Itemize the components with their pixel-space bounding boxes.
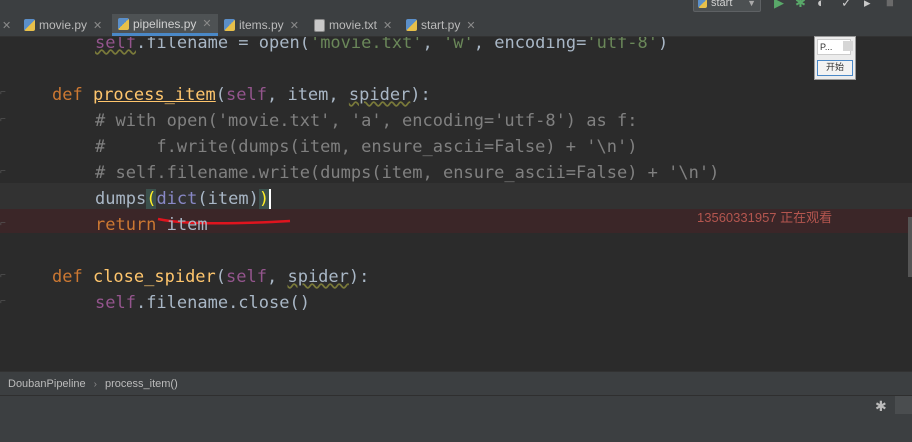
close-icon[interactable]: ✕ xyxy=(466,19,475,32)
code-line: self.filename.close() xyxy=(95,293,310,313)
coverage-icon[interactable]: ◐ xyxy=(817,0,825,10)
run-config-dropdown[interactable]: start ▼ xyxy=(693,0,761,12)
close-icon[interactable]: ✕ xyxy=(93,19,102,32)
text-file-icon xyxy=(314,18,325,32)
code-line: return item xyxy=(95,215,208,235)
editor-scrollbar[interactable] xyxy=(908,217,912,277)
scrollbar[interactable] xyxy=(895,396,912,414)
close-icon[interactable]: ✕ xyxy=(383,19,392,32)
concurrency-icon[interactable]: ▸ xyxy=(864,0,871,11)
code-line: # with open('movie.txt', 'a', encoding='… xyxy=(95,111,638,131)
python-file-icon xyxy=(118,17,129,30)
close-icon[interactable]: ✕ xyxy=(290,19,299,32)
code-line: # f.write(dumps(item, ensure_ascii=False… xyxy=(95,137,638,157)
fold-icon[interactable]: ⌐ xyxy=(0,166,10,177)
tab-pipelines-py[interactable]: pipelines.py ✕ xyxy=(112,14,218,36)
code-editor[interactable]: ⌐ ⌐ ⌐ ⌐ ⌐ ⌐ self.filename = open('movie.… xyxy=(0,37,912,370)
tab-movie-py[interactable]: movie.py ✕ xyxy=(24,14,102,36)
stop-icon[interactable]: ■ xyxy=(886,0,894,10)
profile-icon[interactable]: ✓ xyxy=(841,0,852,11)
viewer-watermark: 13560331957 正在观看 xyxy=(697,210,833,225)
close-icon[interactable] xyxy=(843,41,853,51)
breadcrumb-class[interactable]: DoubanPipeline xyxy=(8,378,86,390)
chevron-right-icon: › xyxy=(93,378,98,390)
fold-icon[interactable]: ⌐ xyxy=(0,296,10,307)
breadcrumb-method[interactable]: process_item() xyxy=(105,378,178,390)
python-file-icon xyxy=(698,0,707,8)
close-icon[interactable]: ✕ xyxy=(202,17,211,30)
code-line: self.filename = open('movie.txt', 'w', e… xyxy=(95,37,669,53)
chevron-down-icon: ▼ xyxy=(747,0,756,8)
fold-icon[interactable]: ⌐ xyxy=(0,114,10,125)
debug-icon[interactable]: ✱ xyxy=(795,0,806,11)
code-line: def process_item(self, item, spider): xyxy=(52,85,431,105)
python-file-icon xyxy=(24,19,35,31)
start-button[interactable]: 开始 xyxy=(817,60,853,76)
gear-icon[interactable]: ✱ xyxy=(875,398,887,415)
tab-close-prev[interactable]: ✕ xyxy=(2,14,11,36)
editor-tab-bar: ✕ movie.py ✕ pipelines.py ✕ items.py ✕ m… xyxy=(0,0,912,37)
tab-start-py[interactable]: start.py ✕ xyxy=(406,14,476,36)
breadcrumb: DoubanPipeline › process_item() xyxy=(0,371,912,396)
python-file-icon xyxy=(224,19,235,31)
text-caret xyxy=(269,189,272,209)
fold-icon[interactable]: ⌐ xyxy=(0,218,10,229)
run-icon[interactable]: ▶ xyxy=(774,0,784,11)
tool-window-area xyxy=(0,395,912,442)
code-line: dumps(dict(item)) xyxy=(95,189,272,209)
fold-icon[interactable]: ⌐ xyxy=(0,87,10,98)
code-line: # self.filename.write(dumps(item, ensure… xyxy=(95,163,720,183)
python-file-icon xyxy=(406,19,417,31)
tab-movie-txt[interactable]: movie.txt ✕ xyxy=(314,14,392,36)
code-line: def close_spider(self, spider): xyxy=(52,267,370,287)
tab-items-py[interactable]: items.py ✕ xyxy=(224,14,299,36)
mini-window[interactable]: P... 开始 xyxy=(814,36,856,80)
fold-icon[interactable]: ⌐ xyxy=(0,270,10,281)
